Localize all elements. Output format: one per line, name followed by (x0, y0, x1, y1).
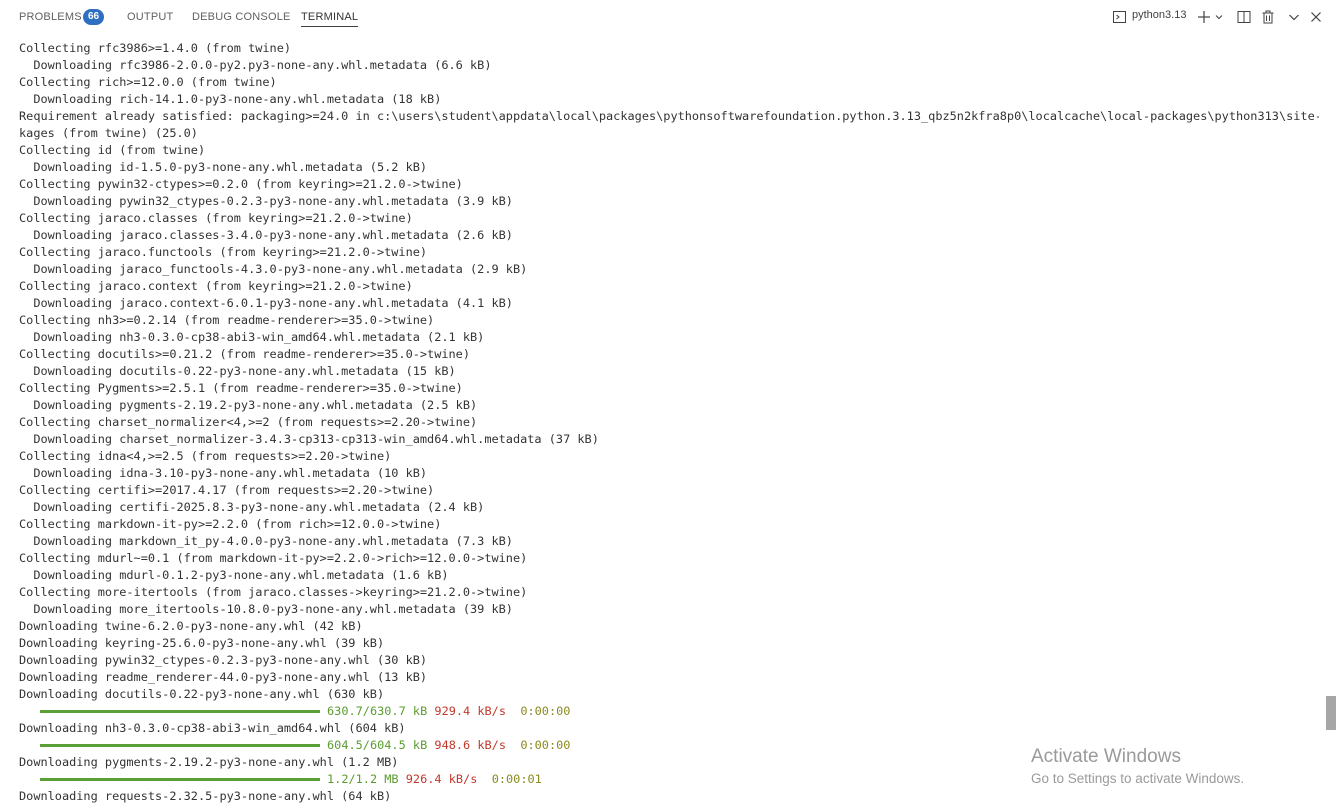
problems-count-badge: 66 (83, 9, 104, 25)
progress-size: 1.2/1.2 MB (327, 772, 399, 786)
launch-profile-dropdown[interactable] (1214, 8, 1224, 26)
progress-speed: 926.4 kB/s (405, 772, 478, 786)
terminal-profile-label: python3.13 (1132, 9, 1187, 21)
terminal-icon (1113, 11, 1126, 23)
terminal-line: Downloading jaraco_functools-4.3.0-py3-n… (19, 262, 528, 276)
progress-speed: 948.6 kB/s (434, 738, 506, 752)
terminal-profile-button[interactable]: python3.13 (1110, 8, 1190, 26)
terminal-line: Downloading docutils-0.22-py3-none-any.w… (19, 687, 385, 701)
plus-icon (1198, 11, 1210, 23)
terminal-line: Downloading readme_renderer-44.0-py3-non… (19, 670, 428, 684)
progress-stats: 630.7/630.7 kB 929.4 kB/s 0:00:00 (327, 703, 570, 720)
terminal-line: Downloading idna-3.10-py3-none-any.whl.m… (19, 466, 428, 480)
progress-speed: 929.4 kB/s (434, 704, 506, 718)
split-icon (1237, 11, 1251, 23)
progress-eta: 0:00:01 (491, 772, 542, 786)
terminal-line: Downloading nh3-0.3.0-cp38-abi3-win_amd6… (19, 721, 406, 735)
terminal-line: Collecting certifi>=2017.4.17 (from requ… (19, 483, 435, 497)
tab-debug-console[interactable]: DEBUG CONSOLE (192, 10, 291, 26)
terminal-line: Collecting pywin32-ctypes>=0.2.0 (from k… (19, 177, 463, 191)
terminal-line: kages (from twine) (25.0) (19, 126, 198, 140)
panel-options-button[interactable] (1286, 8, 1302, 26)
download-progress-bar (40, 710, 320, 713)
terminal-line: Downloading pygments-2.19.2-py3-none-any… (19, 398, 478, 412)
chevron-down-icon (1289, 14, 1299, 21)
trash-icon (1262, 10, 1274, 24)
progress-eta: 0:00:00 (520, 738, 571, 752)
terminal-line: Downloading docutils-0.22-py3-none-any.w… (19, 364, 456, 378)
panel-tab-bar: PROBLEMS 66 OUTPUT DEBUG CONSOLE TERMINA… (0, 0, 1336, 34)
terminal-line: Collecting jaraco.functools (from keyrin… (19, 245, 428, 259)
progress-row: 1.2/1.2 MB 926.4 kB/s 0:00:01 (19, 771, 1319, 788)
terminal-line: Collecting markdown-it-py>=2.2.0 (from r… (19, 517, 442, 531)
terminal-line: Collecting rfc3986>=1.4.0 (from twine) (19, 41, 292, 55)
terminal-line: Collecting Pygments>=2.5.1 (from readme-… (19, 381, 463, 395)
terminal-output[interactable]: Collecting rfc3986>=1.4.0 (from twine) D… (19, 40, 1319, 805)
terminal-line: Collecting jaraco.context (from keyring>… (19, 279, 413, 293)
terminal-line: Collecting docutils>=0.21.2 (from readme… (19, 347, 471, 361)
terminal-line: Downloading pywin32_ctypes-0.2.3-py3-non… (19, 653, 428, 667)
terminal-line: Downloading twine-6.2.0-py3-none-any.whl… (19, 619, 363, 633)
tab-problems[interactable]: PROBLEMS (19, 10, 82, 26)
terminal-line: Collecting id (from twine) (19, 143, 206, 157)
new-terminal-button[interactable] (1196, 8, 1212, 26)
terminal-line: Downloading certifi-2025.8.3-py3-none-an… (19, 500, 485, 514)
terminal-line: Downloading requests-2.32.5-py3-none-any… (19, 789, 392, 803)
terminal-line: Downloading pywin32_ctypes-0.2.3-py3-non… (19, 194, 513, 208)
progress-stats: 604.5/604.5 kB 948.6 kB/s 0:00:00 (327, 737, 570, 754)
tab-output[interactable]: OUTPUT (127, 10, 173, 26)
terminal-line: Downloading charset_normalizer-3.4.3-cp3… (19, 432, 599, 446)
terminal-line: Downloading keyring-25.6.0-py3-none-any.… (19, 636, 385, 650)
download-progress-bar (40, 744, 320, 747)
close-icon (1311, 12, 1321, 22)
progress-row: 630.7/630.7 kB 929.4 kB/s 0:00:00 (19, 703, 1319, 720)
kill-terminal-button[interactable] (1260, 8, 1276, 26)
terminal-line: Downloading markdown_it_py-4.0.0-py3-non… (19, 534, 513, 548)
terminal-line: Downloading nh3-0.3.0-cp38-abi3-win_amd6… (19, 330, 485, 344)
terminal-line: Collecting more-itertools (from jaraco.c… (19, 585, 528, 599)
progress-stats: 1.2/1.2 MB 926.4 kB/s 0:00:01 (327, 771, 542, 788)
split-terminal-button[interactable] (1236, 8, 1252, 26)
terminal-line: Downloading rich-14.1.0-py3-none-any.whl… (19, 92, 442, 106)
terminal-line: Collecting charset_normalizer<4,>=2 (fro… (19, 415, 478, 429)
terminal-line: Downloading jaraco.context-6.0.1-py3-non… (19, 296, 513, 310)
progress-eta: 0:00:00 (520, 704, 571, 718)
terminal-line: Downloading pygments-2.19.2-py3-none-any… (19, 755, 399, 769)
download-progress-bar (40, 778, 320, 781)
terminal-line: Downloading mdurl-0.1.2-py3-none-any.whl… (19, 568, 449, 582)
tab-terminal[interactable]: TERMINAL (301, 10, 359, 27)
terminal-line: Collecting idna<4,>=2.5 (from requests>=… (19, 449, 392, 463)
close-panel-button[interactable] (1308, 8, 1324, 26)
terminal-line: Collecting jaraco.classes (from keyring>… (19, 211, 413, 225)
progress-size: 604.5/604.5 kB (327, 738, 428, 752)
terminal-line: Collecting mdurl~=0.1 (from markdown-it-… (19, 551, 528, 565)
terminal-line: Collecting nh3>=0.2.14 (from readme-rend… (19, 313, 435, 327)
terminal-line: Collecting rich>=12.0.0 (from twine) (19, 75, 277, 89)
terminal-line: Downloading jaraco.classes-3.4.0-py3-non… (19, 228, 513, 242)
terminal-scrollbar-thumb[interactable] (1326, 696, 1336, 730)
terminal-line: Requirement already satisfied: packaging… (19, 109, 1319, 123)
chevron-down-icon (1215, 15, 1223, 20)
terminal-line: Downloading rfc3986-2.0.0-py2.py3-none-a… (19, 58, 492, 72)
progress-row: 604.5/604.5 kB 948.6 kB/s 0:00:00 (19, 737, 1319, 754)
terminal-line: Downloading id-1.5.0-py3-none-any.whl.me… (19, 160, 428, 174)
terminal-line: Downloading more_itertools-10.8.0-py3-no… (19, 602, 513, 616)
progress-size: 630.7/630.7 kB (327, 704, 428, 718)
